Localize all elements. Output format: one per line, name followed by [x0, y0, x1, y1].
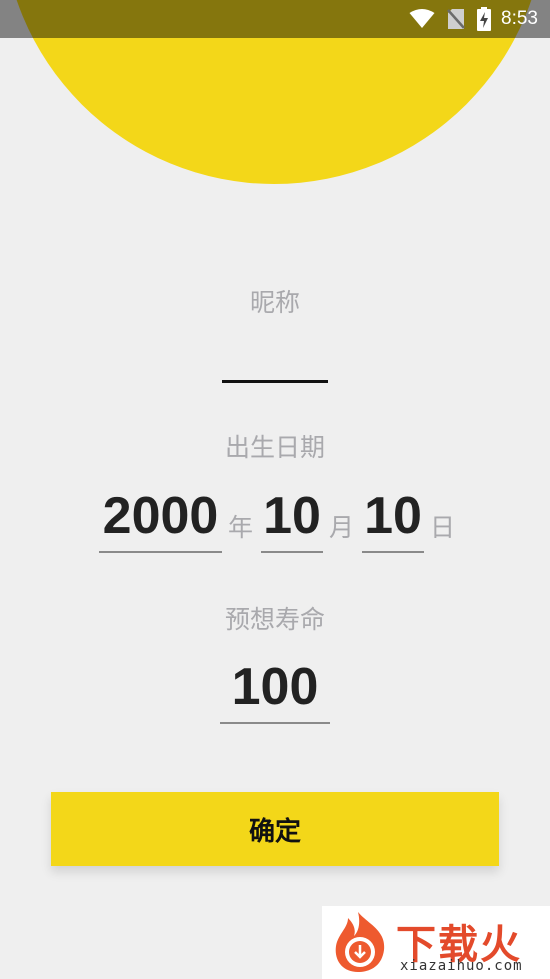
life-expectancy-input[interactable]: 100	[220, 657, 330, 717]
nickname-label: 昵称	[249, 288, 300, 317]
birth-date-label: 出生日期	[224, 433, 325, 462]
watermark-url: xiazaihuo.com	[400, 958, 523, 974]
birth-day-underline	[362, 551, 424, 553]
flame-logo-icon	[335, 912, 385, 972]
year-unit-label: 年	[228, 513, 254, 542]
nickname-underline	[222, 380, 328, 383]
status-bar: 8:53	[0, 0, 550, 38]
wifi-icon	[409, 9, 435, 29]
life-expectancy-underline	[220, 722, 330, 724]
battery-charging-icon	[477, 7, 492, 31]
month-unit-label: 月	[329, 513, 355, 542]
confirm-button[interactable]: 确定	[51, 792, 499, 866]
birth-day-input[interactable]: 10	[362, 486, 424, 546]
clock-time: 8:53	[501, 8, 538, 29]
birth-year-input[interactable]: 2000	[99, 486, 222, 546]
birth-month-input[interactable]: 10	[261, 486, 323, 546]
watermark: 下载火 xiazaihuo.com	[322, 906, 550, 979]
day-unit-label: 日	[430, 513, 456, 542]
birth-month-underline	[261, 551, 323, 553]
life-expectancy-label: 预想寿命	[224, 605, 325, 634]
no-sim-icon	[447, 8, 465, 30]
birth-year-underline	[99, 551, 222, 553]
